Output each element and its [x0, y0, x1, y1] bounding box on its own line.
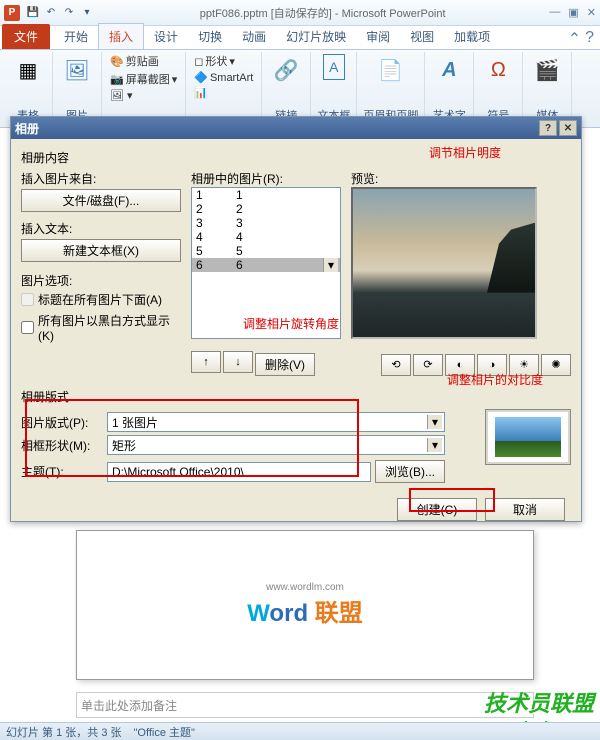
redo-icon[interactable]: ↷ [61, 5, 77, 21]
headerfooter-icon[interactable]: 📄 [375, 54, 407, 86]
hyperlink-icon[interactable]: 🔗 [270, 54, 302, 86]
wordlm-logo: Word 联盟 [247, 593, 363, 628]
tab-slideshow[interactable]: 幻灯片放映 [276, 24, 356, 49]
label-frame-shape: 相框形状(M): [21, 437, 103, 454]
textbox-icon[interactable]: A [323, 54, 345, 80]
window-title: pptF086.pptm [自动保存的] - Microsoft PowerPo… [96, 5, 549, 21]
minimize-icon[interactable]: — [549, 6, 560, 19]
rotate-right-button[interactable]: ⟳ [413, 354, 443, 376]
titlebar: P 💾 ↶ ↷ ▾ pptF086.pptm [自动保存的] - Microso… [0, 0, 600, 26]
dialog-help-icon[interactable]: ? [539, 120, 557, 136]
label-pics-in-album: 相册中的图片(R): [191, 170, 341, 187]
move-down-button[interactable]: ↓ [223, 351, 253, 373]
help-icon[interactable]: ? [585, 29, 594, 49]
chart-button[interactable]: 📊 [192, 85, 255, 100]
cancel-button[interactable]: 取消 [485, 498, 565, 521]
preview-pane [351, 187, 537, 339]
create-button[interactable]: 创建(C) [397, 498, 477, 521]
save-icon[interactable]: 💾 [25, 5, 41, 21]
input-theme[interactable] [107, 462, 371, 482]
symbol-icon[interactable]: Ω [482, 54, 514, 86]
remove-button[interactable]: 删除(V) [255, 353, 315, 376]
list-item[interactable]: 22 [192, 202, 340, 216]
list-item[interactable]: 33 [192, 216, 340, 230]
shapes-button[interactable]: ◻ 形状 ▾ [192, 52, 255, 70]
tab-review[interactable]: 审阅 [356, 24, 400, 49]
ribbon-tabs: 文件 开始 插入 设计 切换 动画 幻灯片放映 审阅 视图 加载项 ⌃? [0, 26, 600, 50]
status-theme: "Office 主题" [134, 724, 195, 740]
picture-icon[interactable]: 🖼 [61, 54, 93, 86]
dialog-title: 相册 [15, 120, 39, 137]
smartart-button[interactable]: 🔷 SmartArt [192, 70, 255, 85]
tab-addins[interactable]: 加载项 [444, 24, 500, 49]
label-preview: 预览: [351, 170, 537, 187]
dialog-close-icon[interactable]: ✕ [559, 120, 577, 136]
album-button[interactable]: 🖼 ▾ [108, 88, 179, 103]
statusbar: 幻灯片 第 1 张，共 3 张 "Office 主题" [0, 722, 600, 740]
ribbon-min-icon[interactable]: ⌃ [568, 29, 581, 49]
tab-home[interactable]: 开始 [54, 24, 98, 49]
tab-view[interactable]: 视图 [400, 24, 444, 49]
qat-dropdown-icon[interactable]: ▾ [79, 5, 95, 21]
label-pic-options: 图片选项: [21, 272, 181, 289]
rotate-left-button[interactable]: ⟲ [381, 354, 411, 376]
powerpoint-icon: P [4, 5, 20, 21]
tab-insert[interactable]: 插入 [98, 23, 144, 49]
notes-pane[interactable]: 单击此处添加备注 [76, 692, 534, 718]
new-textbox-button[interactable]: 新建文本框(X) [21, 239, 181, 262]
restore-icon[interactable]: ▣ [568, 6, 578, 19]
undo-icon[interactable]: ↶ [43, 5, 59, 21]
section-album-layout: 相册版式 [21, 388, 571, 405]
checkbox-caption-below[interactable]: 标题在所有图片下面(A) [21, 291, 181, 308]
wordart-icon[interactable]: A [433, 54, 465, 86]
table-icon[interactable]: ▦ [12, 54, 44, 86]
list-item[interactable]: 66 [192, 258, 340, 272]
tab-animations[interactable]: 动画 [232, 24, 276, 49]
list-item[interactable]: 11 [192, 188, 340, 202]
layout-thumbnail [485, 409, 571, 465]
slide-canvas: www.wordlm.com Word 联盟 [76, 530, 534, 680]
album-dialog: 相册 ? ✕ 相册内容 插入图片来自: 文件/磁盘(F)... 插入文本: 新建… [10, 116, 582, 522]
clipart-button[interactable]: 🎨 剪贴画 [108, 52, 179, 70]
move-up-button[interactable]: ↑ [191, 351, 221, 373]
file-disk-button[interactable]: 文件/磁盘(F)... [21, 189, 181, 212]
select-pic-layout[interactable]: 1 张图片 [107, 412, 445, 432]
list-item[interactable]: 55 [192, 244, 340, 258]
label-theme: 主题(T): [21, 463, 103, 480]
checkbox-all-bw[interactable]: 所有图片以黑白方式显示(K) [21, 312, 181, 343]
list-item[interactable]: 44 [192, 230, 340, 244]
status-slide: 幻灯片 第 1 张，共 3 张 [6, 724, 122, 740]
tab-design[interactable]: 设计 [144, 24, 188, 49]
tab-file[interactable]: 文件 [2, 24, 50, 49]
tab-transitions[interactable]: 切换 [188, 24, 232, 49]
media-icon[interactable]: 🎬 [531, 54, 563, 86]
label-insert-from: 插入图片来自: [21, 170, 181, 187]
screenshot-button[interactable]: 📷 屏幕截图 ▾ [108, 70, 179, 88]
dialog-titlebar: 相册 ? ✕ [11, 117, 581, 139]
browse-button[interactable]: 浏览(B)... [375, 460, 445, 483]
label-insert-text: 插入文本: [21, 220, 181, 237]
contrast-down-button[interactable]: ✺ [541, 354, 571, 376]
select-frame-shape[interactable]: 矩形 [107, 435, 445, 455]
note-contrast: 调整相片的对比度 [447, 371, 543, 388]
note-rotation: 调整相片旋转角度 [243, 315, 339, 332]
note-brightness: 调节相片明度 [429, 144, 501, 161]
label-pic-layout: 图片版式(P): [21, 414, 103, 431]
close-icon[interactable]: ✕ [587, 6, 596, 19]
wordlm-domain: www.wordlm.com [247, 582, 363, 593]
